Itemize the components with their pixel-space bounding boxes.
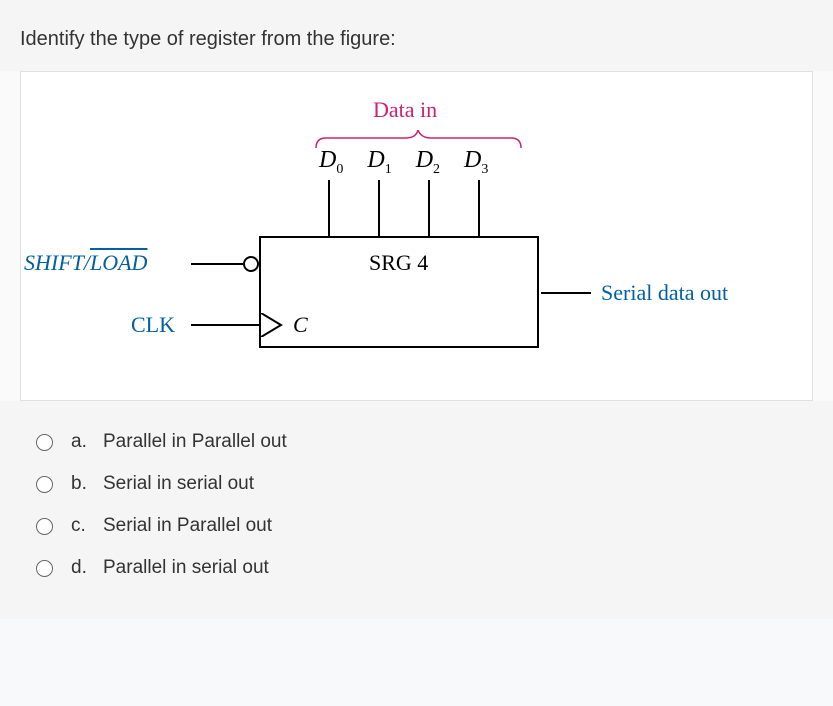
figure-area: Data in D0 D1 D2 D3 SRG 4 S xyxy=(20,71,813,401)
option-text: Serial in serial out xyxy=(103,473,254,495)
clk-label: CLK xyxy=(131,312,175,338)
radio-icon[interactable] xyxy=(36,518,53,535)
clock-edge-icon xyxy=(261,313,285,342)
option-letter: d. xyxy=(71,557,95,579)
options-list: a. Parallel in Parallel out b. Serial in… xyxy=(0,401,833,619)
radio-icon[interactable] xyxy=(36,476,53,493)
option-c[interactable]: c. Serial in Parallel out xyxy=(36,515,797,537)
srg-label: SRG 4 xyxy=(369,250,428,276)
data-in-label: Data in xyxy=(373,97,437,123)
option-b[interactable]: b. Serial in serial out xyxy=(36,473,797,495)
option-letter: a. xyxy=(71,431,95,453)
option-letter: b. xyxy=(71,473,95,495)
serial-out-label: Serial data out xyxy=(601,280,728,306)
question-text: Identify the type of register from the f… xyxy=(0,0,833,71)
option-letter: c. xyxy=(71,515,95,537)
d-labels: D0 D1 D2 D3 xyxy=(319,147,506,178)
option-text: Serial in Parallel out xyxy=(103,515,272,537)
clk-wire xyxy=(191,324,259,326)
c-label: C xyxy=(293,312,308,338)
option-text: Parallel in serial out xyxy=(103,557,269,579)
radio-icon[interactable] xyxy=(36,560,53,577)
option-d[interactable]: d. Parallel in serial out xyxy=(36,557,797,579)
option-text: Parallel in Parallel out xyxy=(103,431,287,453)
shift-load-label: SHIFT/LOAD xyxy=(24,250,147,276)
shift-load-wire xyxy=(191,263,243,265)
radio-icon[interactable] xyxy=(36,434,53,451)
output-wire xyxy=(541,292,591,294)
option-a[interactable]: a. Parallel in Parallel out xyxy=(36,431,797,453)
inverter-bubble-icon xyxy=(243,256,259,272)
